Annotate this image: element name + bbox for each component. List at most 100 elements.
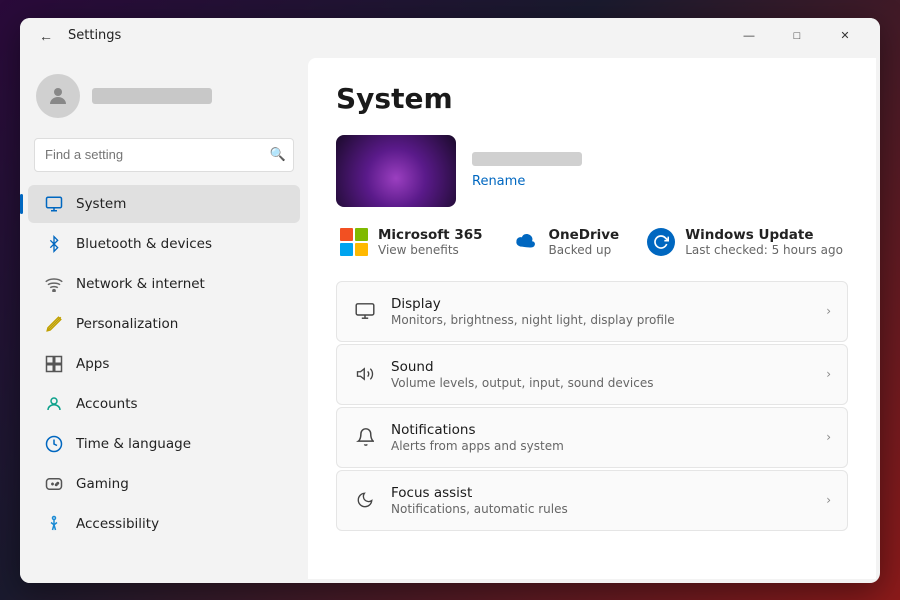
content-area: 🔍 System Bluetoot [20, 54, 880, 583]
apps-icon [44, 354, 64, 374]
notifications-name: Notifications [391, 422, 812, 438]
window-title: Settings [68, 28, 121, 43]
sound-icon [353, 362, 377, 386]
nav-item-wrapper-gaming: Gaming [20, 464, 308, 504]
display-desc: Monitors, brightness, night light, displ… [391, 313, 812, 327]
user-profile [20, 62, 308, 134]
sidebar-item-label-gaming: Gaming [76, 476, 129, 492]
nav-item-wrapper-apps: Apps [20, 344, 308, 384]
app-sub-windowsupdate: Last checked: 5 hours ago [685, 243, 843, 257]
window-controls: — □ ✕ [726, 20, 868, 52]
sound-name: Sound [391, 359, 812, 375]
onedrive-icon [511, 228, 539, 256]
sidebar-item-accessibility[interactable]: Accessibility [28, 505, 300, 543]
bluetooth-icon [44, 234, 64, 254]
time-icon [44, 434, 64, 454]
display-name: Display [391, 296, 812, 312]
sidebar-item-label-personalization: Personalization [76, 316, 178, 332]
search-icon: 🔍 [270, 147, 286, 162]
sidebar-item-gaming[interactable]: Gaming [28, 465, 300, 503]
focus-name: Focus assist [391, 485, 812, 501]
sidebar-item-label-bluetooth: Bluetooth & devices [76, 236, 212, 252]
nav-item-wrapper-personalization: Personalization [20, 304, 308, 344]
display-chevron: › [826, 304, 831, 318]
display-text: Display Monitors, brightness, night ligh… [391, 296, 812, 327]
rename-link[interactable]: Rename [472, 174, 582, 189]
hero-name-bar [472, 152, 582, 166]
app-badge-onedrive[interactable]: OneDrive Backed up [511, 227, 620, 257]
focus-icon [353, 488, 377, 512]
nav-item-wrapper-accessibility: Accessibility [20, 504, 308, 544]
microsoft365-icon [340, 228, 368, 256]
minimize-button[interactable]: — [726, 20, 772, 52]
nav-item-wrapper-bluetooth: Bluetooth & devices [20, 224, 308, 264]
search-box: 🔍 [34, 138, 294, 172]
page-title: System [336, 82, 848, 115]
close-button[interactable]: ✕ [822, 20, 868, 52]
sidebar-item-apps[interactable]: Apps [28, 345, 300, 383]
sidebar-item-bluetooth[interactable]: Bluetooth & devices [28, 225, 300, 263]
sidebar-item-network[interactable]: Network & internet [28, 265, 300, 303]
notifications-text: Notifications Alerts from apps and syste… [391, 422, 812, 453]
sidebar-item-label-accounts: Accounts [76, 396, 138, 412]
system-icon [44, 194, 64, 214]
username-bar [92, 88, 212, 104]
app-text-microsoft365: Microsoft 365 View benefits [378, 227, 483, 257]
sidebar-item-label-apps: Apps [76, 356, 109, 372]
focus-chevron: › [826, 493, 831, 507]
app-name-onedrive: OneDrive [549, 227, 620, 243]
hero-info: Rename [472, 152, 582, 189]
sidebar-item-accounts[interactable]: Accounts [28, 385, 300, 423]
settings-item-display[interactable]: Display Monitors, brightness, night ligh… [336, 281, 848, 342]
settings-item-notifications[interactable]: Notifications Alerts from apps and syste… [336, 407, 848, 468]
display-icon [353, 299, 377, 323]
maximize-button[interactable]: □ [774, 20, 820, 52]
sidebar-item-personalization[interactable]: Personalization [28, 305, 300, 343]
sidebar-item-time[interactable]: Time & language [28, 425, 300, 463]
settings-item-focus[interactable]: Focus assist Notifications, automatic ru… [336, 470, 848, 531]
windowsupdate-icon [647, 228, 675, 256]
personalization-icon [44, 314, 64, 334]
hero-image [336, 135, 456, 207]
notifications-icon [353, 425, 377, 449]
back-button[interactable]: ← [32, 22, 60, 50]
settings-item-sound[interactable]: Sound Volume levels, output, input, soun… [336, 344, 848, 405]
app-name-windowsupdate: Windows Update [685, 227, 843, 243]
network-icon [44, 274, 64, 294]
nav-item-wrapper-network: Network & internet [20, 264, 308, 304]
sidebar-item-system[interactable]: System [28, 185, 300, 223]
sidebar-item-label-system: System [76, 196, 126, 212]
gaming-icon [44, 474, 64, 494]
nav-item-wrapper-time: Time & language [20, 424, 308, 464]
search-input[interactable] [34, 138, 294, 172]
settings-list: Display Monitors, brightness, night ligh… [336, 281, 848, 531]
apps-row: Microsoft 365 View benefits OneDrive Bac… [336, 227, 848, 257]
notifications-chevron: › [826, 430, 831, 444]
focus-desc: Notifications, automatic rules [391, 502, 812, 516]
sidebar: 🔍 System Bluetoot [20, 54, 308, 583]
hero-section: Rename [336, 135, 848, 207]
app-text-windowsupdate: Windows Update Last checked: 5 hours ago [685, 227, 843, 257]
sidebar-item-label-network: Network & internet [76, 276, 205, 292]
app-badge-microsoft365[interactable]: Microsoft 365 View benefits [340, 227, 483, 257]
accounts-icon [44, 394, 64, 414]
sidebar-item-label-accessibility: Accessibility [76, 516, 159, 532]
app-name-microsoft365: Microsoft 365 [378, 227, 483, 243]
notifications-desc: Alerts from apps and system [391, 439, 812, 453]
nav-item-wrapper-system: System [20, 184, 308, 224]
sidebar-item-label-time: Time & language [76, 436, 191, 452]
nav-item-wrapper-accounts: Accounts [20, 384, 308, 424]
avatar [36, 74, 80, 118]
app-sub-onedrive: Backed up [549, 243, 620, 257]
settings-window: ← Settings — □ ✕ 🔍 [20, 18, 880, 583]
accessibility-icon [44, 514, 64, 534]
main-panel: System Rename [308, 58, 876, 579]
app-text-onedrive: OneDrive Backed up [549, 227, 620, 257]
titlebar: ← Settings — □ ✕ [20, 18, 880, 54]
sound-desc: Volume levels, output, input, sound devi… [391, 376, 812, 390]
app-sub-microsoft365: View benefits [378, 243, 483, 257]
focus-text: Focus assist Notifications, automatic ru… [391, 485, 812, 516]
app-badge-windowsupdate[interactable]: Windows Update Last checked: 5 hours ago [647, 227, 843, 257]
sound-chevron: › [826, 367, 831, 381]
sound-text: Sound Volume levels, output, input, soun… [391, 359, 812, 390]
